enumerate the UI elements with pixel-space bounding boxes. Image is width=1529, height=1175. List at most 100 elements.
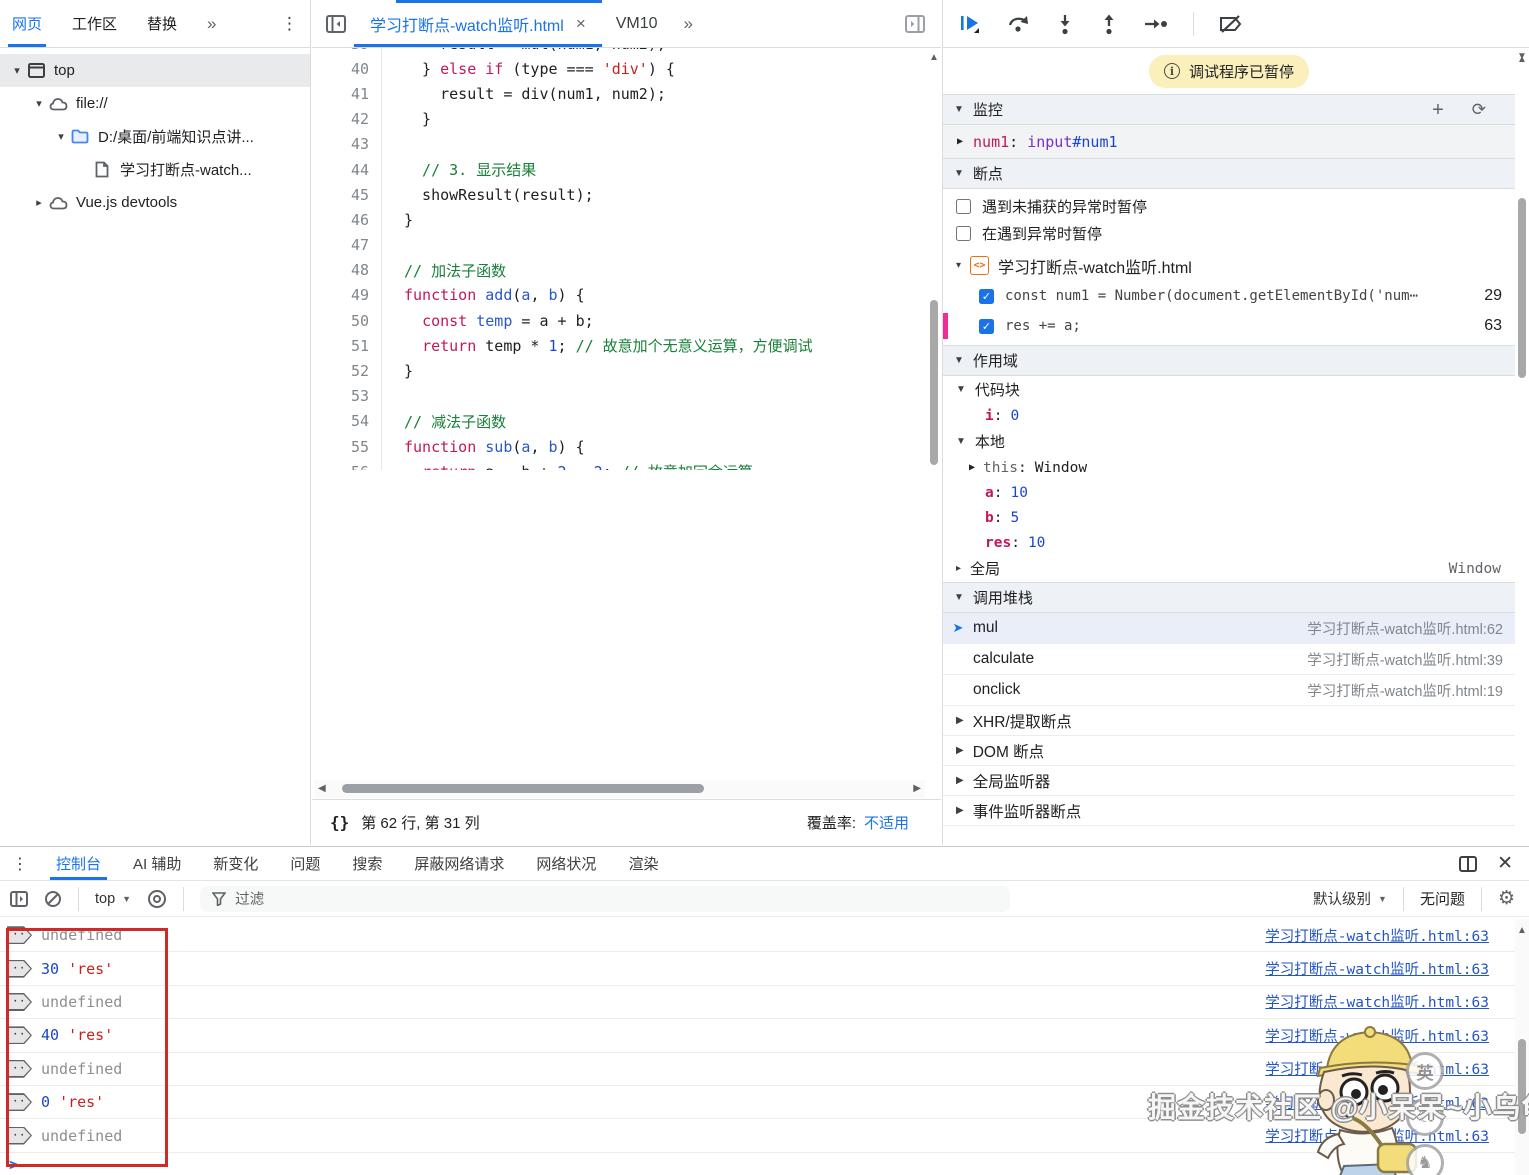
tree-item-D-[interactable]: ▾ D:/桌面/前端知识点讲... — [0, 120, 310, 153]
breakpoint-gutter[interactable] — [382, 48, 404, 56]
line-number[interactable]: 48 — [312, 257, 382, 283]
console-sidebar-toggle-icon[interactable] — [10, 890, 28, 907]
watch-expression-row[interactable]: ▶ num1: input#num1 — [943, 125, 1515, 158]
drawer-tab-网络状况[interactable]: 网络状况 — [536, 847, 596, 880]
console-scrollbar[interactable]: ▲ — [1515, 919, 1529, 1175]
console-source-link[interactable]: 学习打断点-watch监听.html:63 — [1265, 991, 1489, 1012]
breakpoint-gutter[interactable] — [382, 459, 404, 470]
live-expression-eye-icon[interactable] — [147, 889, 167, 909]
section--[interactable]: ▶ 事件监听器断点 — [943, 796, 1515, 826]
breakpoint-item[interactable]: ✓ res += a; 63 — [943, 311, 1515, 341]
code-line[interactable]: 44 // 3. 显示结果 — [312, 156, 927, 183]
editor-vertical-scrollbar[interactable]: ▲ — [927, 48, 941, 800]
breakpoint-gutter[interactable] — [382, 434, 404, 459]
add-watch-icon[interactable]: + — [1432, 100, 1444, 120]
console-source-link[interactable]: 学习打断点-watch监听.html:63 — [1265, 925, 1489, 946]
dock-panel-icon[interactable] — [1459, 855, 1478, 872]
line-number[interactable]: 50 — [312, 308, 382, 334]
scope-section-header[interactable]: ▼ 作用域 — [943, 345, 1515, 376]
pause-option-row[interactable]: 遇到未捕获的异常时暂停 — [943, 193, 1515, 220]
console-source-link[interactable]: 学习打断点-watch监听.html:63 — [1265, 1092, 1489, 1113]
console-settings-gear-icon[interactable]: ⚙ — [1498, 887, 1515, 910]
console-message-row[interactable]: ·· undefined 学习打断点-watch监听.html:63 — [0, 919, 1515, 953]
horizontal-scroll-thumb[interactable] — [342, 784, 704, 793]
code-line[interactable]: 53 — [312, 383, 927, 409]
tree-item--watch-[interactable]: 学习打断点-watch... — [0, 153, 310, 186]
scope-group[interactable]: ▼ 代码块 — [943, 376, 1515, 403]
console-source-link[interactable]: 学习打断点-watch监听.html:63 — [1265, 1058, 1489, 1079]
drawer-menu-kebab-icon[interactable]: ⋮ — [12, 854, 28, 874]
console-prompt[interactable]: > — [0, 1153, 1515, 1175]
checkbox[interactable]: ✓ — [979, 318, 994, 334]
code-line[interactable]: 39 result = mul(num1, num2); — [312, 48, 927, 57]
console-source-link[interactable]: 学习打断点-watch监听.html:63 — [1265, 958, 1489, 979]
navigator-tab-网页[interactable]: 网页 — [7, 0, 47, 47]
console-message-row[interactable]: ·· 30 'res' 学习打断点-watch监听.html:63 — [0, 952, 1515, 986]
drawer-tab-屏蔽网络请求[interactable]: 屏蔽网络请求 — [414, 847, 504, 880]
breakpoint-gutter[interactable] — [382, 384, 404, 409]
section--[interactable]: ▶ 全局监听器 — [943, 766, 1515, 796]
line-number[interactable]: 56 — [312, 459, 382, 470]
navigator-tab-替换[interactable]: 替换 — [147, 0, 177, 47]
breakpoint-gutter[interactable] — [382, 81, 404, 106]
callstack-section-header[interactable]: ▼ 调用堆栈 — [943, 582, 1515, 613]
clear-console-icon[interactable] — [44, 890, 62, 908]
execution-context-selector[interactable]: top ▼ — [95, 891, 131, 907]
scroll-up-icon[interactable]: ▲ — [929, 52, 939, 63]
scroll-thumb[interactable] — [1518, 1039, 1526, 1134]
drawer-tab-控制台[interactable]: 控制台 — [49, 847, 108, 880]
scope-variable[interactable]: b:5 — [943, 505, 1515, 530]
code-line[interactable]: 50 const temp = a + b; — [312, 308, 927, 334]
editor-tab-vm10[interactable]: VM10 — [616, 15, 658, 33]
breakpoint-item[interactable]: ✓ const num1 = Number(document.getElement… — [943, 281, 1515, 311]
checkbox[interactable] — [956, 199, 971, 214]
line-number[interactable]: 40 — [312, 56, 382, 82]
scroll-up-icon[interactable]: ▲ — [1517, 925, 1527, 936]
refresh-watch-icon[interactable]: ⟳ — [1472, 100, 1486, 120]
line-number[interactable]: 43 — [312, 131, 382, 157]
tree-item-Vue-js-devtools[interactable]: ▸ Vue.js devtools — [0, 186, 310, 219]
editor-horizontal-scrollbar[interactable]: ◀ ▶ — [314, 780, 925, 798]
coverage-value-link[interactable]: 不适用 — [864, 812, 909, 833]
line-number[interactable]: 49 — [312, 282, 382, 309]
tree-caret-icon[interactable]: ▾ — [8, 64, 26, 77]
tree-caret-icon[interactable]: ▾ — [52, 130, 70, 143]
breakpoint-gutter[interactable] — [382, 258, 404, 283]
callstack-frame-mul[interactable]: ➤ mul 学习打断点-watch监听.html:62 — [943, 613, 1515, 644]
scroll-left-icon[interactable]: ◀ — [318, 783, 326, 794]
callstack-frame-onclick[interactable]: onclick 学习打断点-watch监听.html:19 — [943, 675, 1515, 706]
issues-count[interactable]: 无问题 — [1420, 888, 1465, 909]
format-braces-icon[interactable]: {} — [330, 813, 349, 832]
close-drawer-icon[interactable]: ✕ — [1497, 852, 1513, 875]
drawer-tab-新变化[interactable]: 新变化 — [213, 847, 258, 880]
tree-item-top[interactable]: ▾ top — [0, 54, 310, 87]
line-number[interactable]: 44 — [312, 156, 382, 183]
scroll-right-icon[interactable]: ▶ — [913, 783, 921, 794]
breakpoint-gutter[interactable] — [382, 308, 404, 333]
code-line[interactable]: 47 — [312, 232, 927, 258]
line-number[interactable]: 46 — [312, 207, 382, 233]
code-viewport[interactable]: 39 result = mul(num1, num2);40 } else if… — [312, 48, 927, 470]
code-line[interactable]: 45 showResult(result); — [312, 182, 927, 208]
console-filter-input[interactable]: 过滤 — [200, 885, 1011, 912]
drawer-tab-问题[interactable]: 问题 — [290, 847, 320, 880]
editor-tab-active[interactable]: 学习打断点-watch监听.html × — [354, 0, 602, 47]
console-source-link[interactable]: 学习打断点-watch监听.html:63 — [1265, 1125, 1489, 1146]
line-number[interactable]: 51 — [312, 333, 382, 359]
watch-section-header[interactable]: ▼ 监控 + ⟳ — [943, 94, 1515, 125]
breakpoint-gutter[interactable] — [382, 182, 404, 207]
breakpoint-gutter[interactable] — [382, 107, 404, 132]
breakpoint-gutter[interactable] — [382, 157, 404, 182]
callstack-frame-calculate[interactable]: calculate 学习打断点-watch监听.html:39 — [943, 644, 1515, 675]
step-button[interactable] — [1143, 13, 1169, 35]
scope-group[interactable]: ▼ 本地 — [943, 428, 1515, 455]
console-message-row[interactable]: ·· 40 'res' 学习打断点-watch监听.html:63 — [0, 1019, 1515, 1053]
line-number[interactable]: 54 — [312, 408, 382, 434]
code-line[interactable]: 46} — [312, 207, 927, 233]
debugger-scrollbar[interactable]: ▲ ▼ — [1515, 48, 1529, 845]
close-tab-icon[interactable]: × — [576, 14, 586, 34]
console-message-row[interactable]: ·· 0 'res' 学习打断点-watch监听.html:63 — [0, 1086, 1515, 1120]
breakpoint-gutter[interactable] — [382, 233, 404, 258]
line-number[interactable]: 41 — [312, 81, 382, 107]
code-line[interactable]: 54 // 减法子函数 — [312, 408, 927, 434]
